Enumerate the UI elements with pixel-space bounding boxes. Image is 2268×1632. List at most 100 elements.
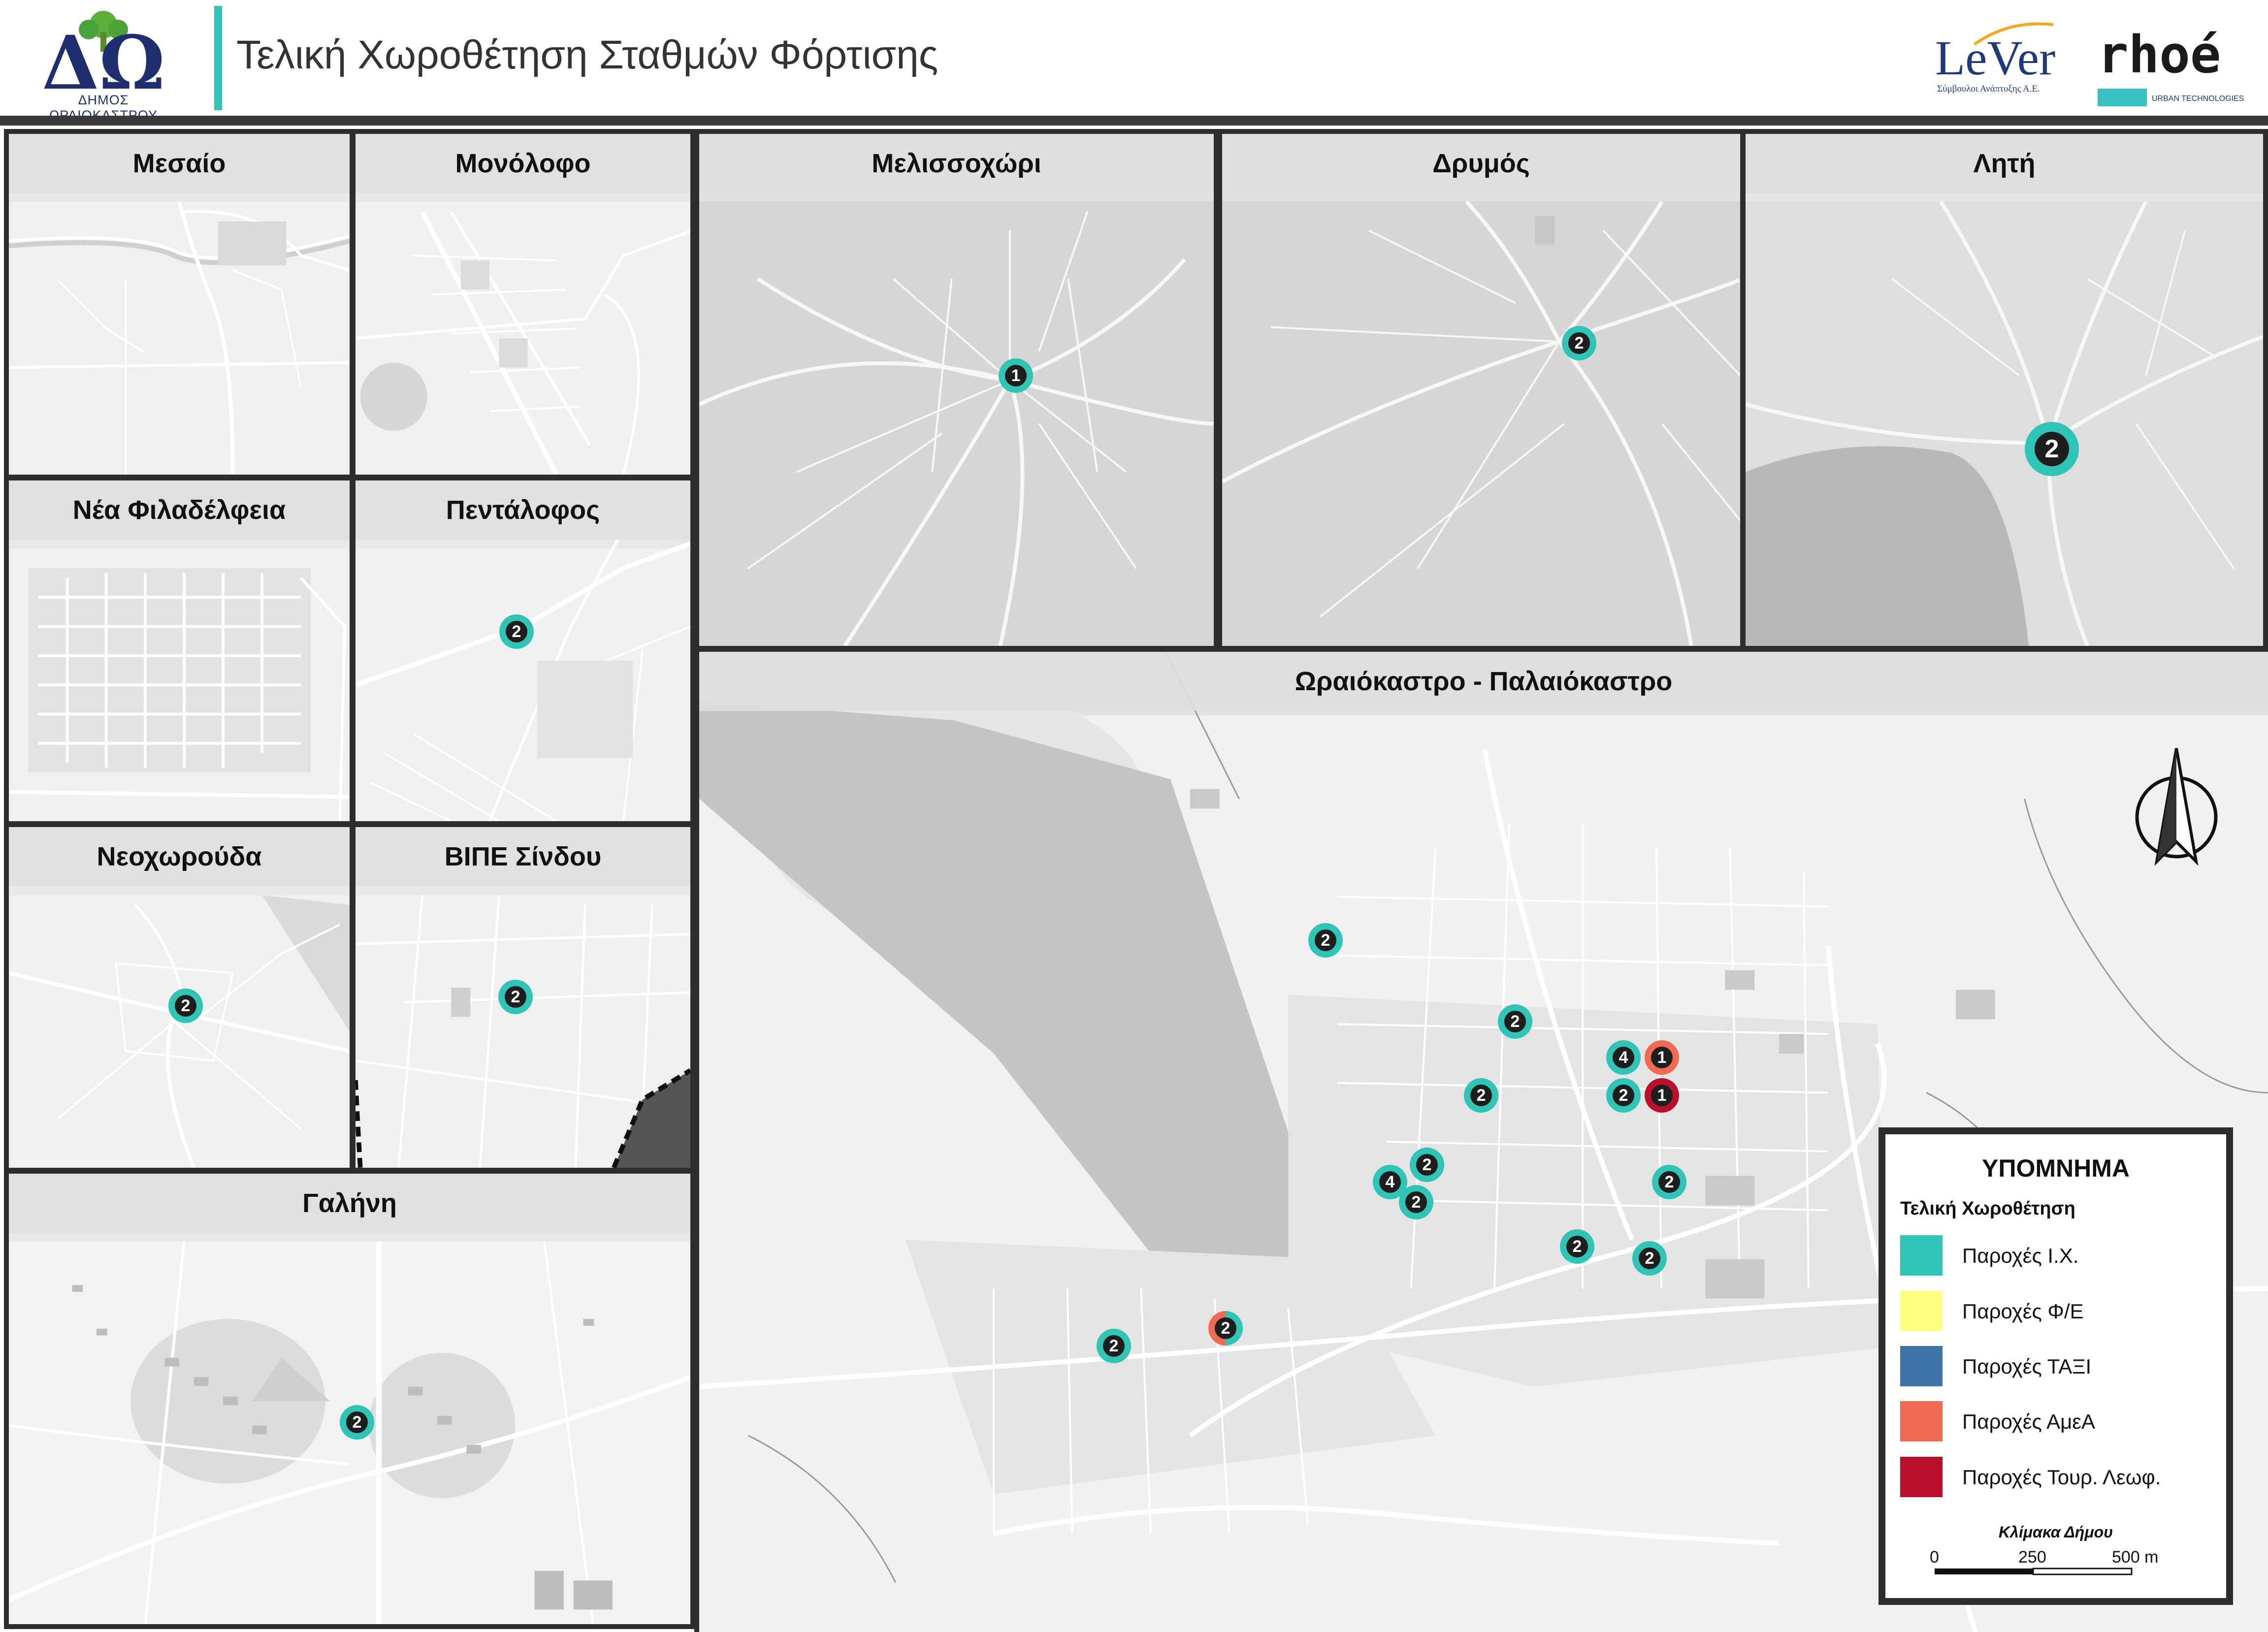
marker-count: 2	[346, 1411, 368, 1433]
legend-label-fe: Παροχές Φ/Ε	[1962, 1300, 2084, 1323]
legend-item-amea: Παροχές ΑμεΑ	[1900, 1401, 2215, 1445]
charging-marker[interactable]: 4	[1606, 1040, 1641, 1075]
charging-marker[interactable]: 2	[1560, 1229, 1594, 1264]
legend-swatch-fe	[1900, 1291, 1943, 1331]
marker-count: 1	[1005, 365, 1027, 386]
panel-vipe-sindou: ΒΙΠΕ Σίνδου 2	[351, 822, 695, 1173]
marker-count: 2	[1315, 929, 1336, 951]
legend-label-amea: Παροχές ΑμεΑ	[1962, 1410, 2096, 1433]
page-title: Τελική Χωροθέτηση Σταθμών Φόρτισης	[236, 32, 939, 77]
marker-count: 4	[1379, 1171, 1401, 1193]
rhoe-logo: rhoé URBAN TECHNOLOGIES	[2098, 20, 2245, 106]
charging-marker[interactable]: 2	[1632, 1241, 1667, 1276]
marker-count: 2	[1405, 1191, 1427, 1213]
panel-title-mesaio: Μεσαίο	[9, 134, 350, 193]
legend-title: ΥΠΟΜΝΗΜΑ	[1982, 1154, 2130, 1182]
panel-title-oraiokastro: Ωραιόκαστρο - Παλαιόκαστρο	[699, 652, 2268, 711]
legend-swatch-ix	[1900, 1235, 1943, 1276]
marker-count: 2	[1568, 332, 1590, 354]
marker-count: 2	[506, 621, 527, 642]
charging-marker[interactable]: 2	[168, 989, 203, 1023]
panel-neochorouda: Νεοχωρούδα 2	[4, 822, 355, 1173]
charging-marker[interactable]: 2	[1410, 1148, 1444, 1182]
municipality-logo: ΔΩ ΔΗΜΟΣ ΩΡΑΙΟΚΑΣΤΡΟΥ	[30, 5, 177, 123]
panel-mesaio: Μεσαίο	[4, 129, 355, 480]
map-melissochori	[699, 134, 1214, 646]
marker-count: 2	[1103, 1335, 1125, 1357]
panel-title-melissochori: Μελισσοχώρι	[699, 134, 1214, 193]
marker-count: 2	[2035, 432, 2069, 466]
municipality-logo-letters: ΔΩ	[42, 20, 165, 94]
marker-count: 4	[1613, 1047, 1634, 1068]
north-arrow-icon	[2135, 748, 2218, 866]
panel-melissochori: Μελισσοχώρι 1	[694, 129, 1219, 651]
marker-count: 2	[1613, 1085, 1634, 1106]
scale-title: Κλίμακα Δήμου	[1998, 1523, 2113, 1541]
marker-count: 1	[1651, 1085, 1673, 1106]
panel-title-monolofo: Μονόλοφο	[356, 134, 690, 193]
charging-marker[interactable]: 2	[1308, 923, 1343, 958]
legend-label-ix: Παροχές Ι.Χ.	[1962, 1244, 2079, 1267]
legend-swatch-tour-bus	[1900, 1457, 1943, 1497]
legend-swatch-amea	[1900, 1401, 1943, 1441]
panel-title-pentalofos: Πεντάλοφος	[356, 480, 690, 540]
charging-marker[interactable]: 2	[1097, 1329, 1131, 1363]
panel-drymos: Δρυμός 2	[1217, 129, 1745, 651]
marker-count: 2	[1416, 1154, 1438, 1176]
charging-marker[interactable]: 2	[499, 614, 534, 649]
scale-label-250: 250	[2018, 1548, 2046, 1567]
panel-title-liti: Λητή	[1746, 134, 2263, 193]
marker-count: 2	[1639, 1248, 1660, 1269]
rhoe-logo-sub: URBAN TECHNOLOGIES	[2152, 95, 2244, 103]
charging-marker[interactable]: 1	[999, 358, 1033, 393]
legend-item-taxi: Παροχές ΤΑΞΙ	[1900, 1346, 2215, 1390]
scale-bar: 0 250 500 m	[1930, 1548, 2159, 1575]
marker-count: 2	[1566, 1236, 1588, 1257]
charging-marker-amea[interactable]: 1	[1645, 1040, 1679, 1075]
panel-liti: Λητή 2	[1741, 129, 2268, 651]
marker-count: 2	[175, 995, 196, 1017]
legend-swatch-taxi	[1900, 1346, 1943, 1386]
marker-count: 2	[1470, 1085, 1492, 1106]
lever-logo-sub: Σύμβουλοι Ανάπτυξης Α.Ε.	[1937, 84, 2040, 94]
scale-label-500: 500 m	[2112, 1548, 2159, 1567]
panel-galini: Γαλήνη 2	[4, 1169, 695, 1629]
legend-item-ix: Παροχές Ι.Χ.	[1900, 1235, 2215, 1280]
marker-count: 1	[1651, 1047, 1673, 1068]
marker-count: 2	[1215, 1317, 1236, 1339]
map-galini	[9, 1174, 690, 1624]
panel-title-nea-filadelfeia: Νέα Φιλαδέλφεια	[9, 480, 350, 540]
charging-marker[interactable]: 2	[1562, 326, 1596, 360]
marker-count: 2	[505, 986, 526, 1008]
marker-count: 2	[1658, 1171, 1680, 1193]
legend-item-tour-bus: Παροχές Τουρ. Λεωφ.	[1900, 1457, 2215, 1501]
legend-label-taxi: Παροχές ΤΑΞΙ	[1962, 1355, 2092, 1378]
charging-marker[interactable]: 2	[498, 980, 533, 1014]
charging-marker-tour-bus[interactable]: 1	[1645, 1078, 1679, 1113]
charging-marker[interactable]: 2	[2025, 422, 2079, 476]
charging-marker[interactable]: 2	[1498, 1004, 1532, 1039]
legend: ΥΠΟΜΝΗΜΑ Τελική Χωροθέτηση Παροχές Ι.Χ. …	[1879, 1127, 2233, 1605]
charging-marker[interactable]: 2	[1464, 1078, 1498, 1113]
header: ΔΩ ΔΗΜΟΣ ΩΡΑΙΟΚΑΣΤΡΟΥ Τελική Χωροθέτηση …	[0, 0, 2268, 123]
panel-pentalofos: Πεντάλοφος 2	[351, 476, 695, 826]
title-accent-bar	[214, 6, 222, 110]
charging-marker[interactable]: 2	[1606, 1078, 1641, 1113]
charging-marker[interactable]: 2	[340, 1405, 374, 1440]
lever-logo-word: LeVer	[1935, 31, 2056, 85]
marker-count: 2	[1504, 1011, 1526, 1032]
panel-monolofo: Μονόλοφο	[351, 129, 695, 480]
rhoe-logo-word: rhoé	[2098, 25, 2221, 85]
legend-item-fe: Παροχές Φ/Ε	[1900, 1291, 2215, 1335]
header-divider	[0, 116, 2268, 126]
panel-title-drymos: Δρυμός	[1222, 134, 1740, 193]
map-liti	[1746, 134, 2263, 646]
charging-marker[interactable]: 2	[1399, 1185, 1433, 1219]
panel-title-neochorouda: Νεοχωρούδα	[9, 827, 350, 886]
legend-subtitle: Τελική Χωροθέτηση	[1900, 1198, 2075, 1219]
charging-marker[interactable]: 2	[1652, 1165, 1686, 1199]
panel-nea-filadelfeia: Νέα Φιλαδέλφεια	[4, 476, 355, 826]
panel-title-vipe-sindou: ΒΙΠΕ Σίνδου	[356, 827, 690, 886]
charging-marker-amea-ix[interactable]: 2	[1208, 1311, 1243, 1345]
lever-logo: LeVer Σύμβουλοι Ανάπτυξης Α.Ε.	[1930, 20, 2056, 94]
